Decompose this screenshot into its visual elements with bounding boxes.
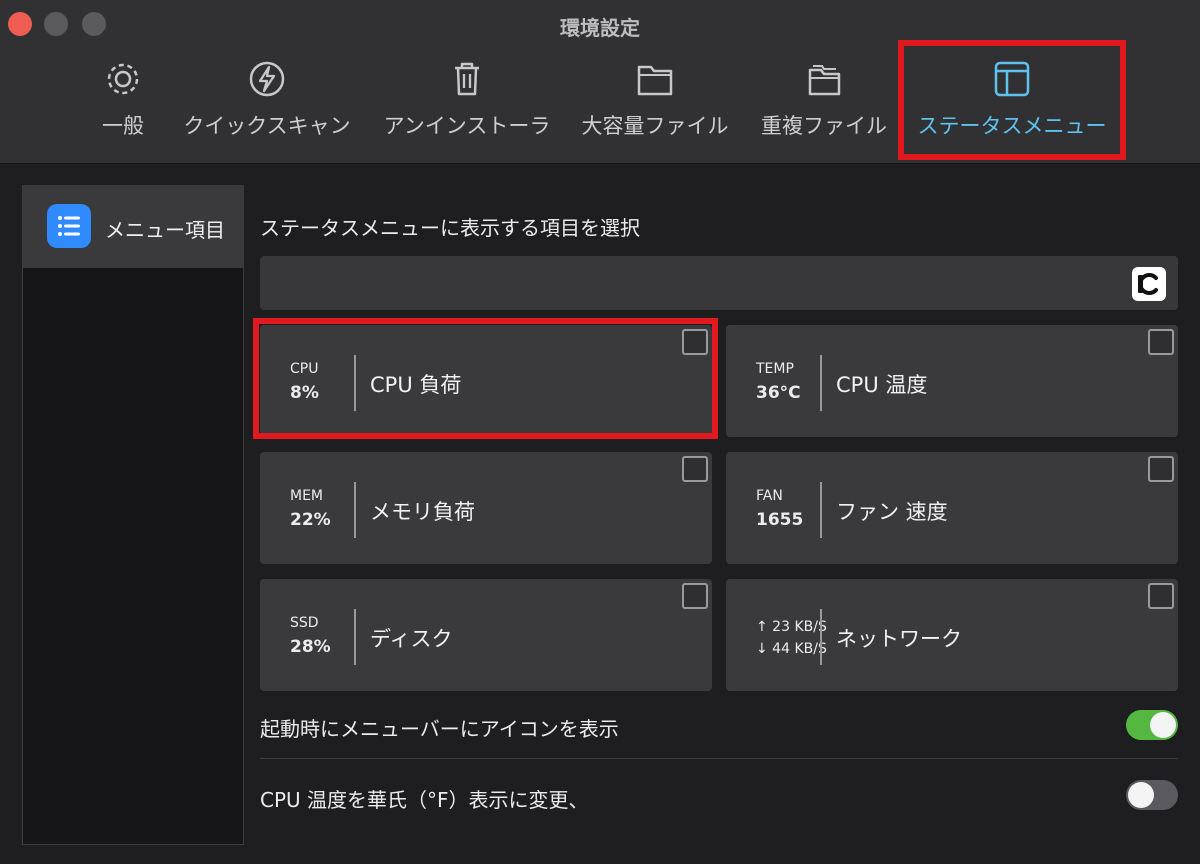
section-title: ステータスメニューに表示する項目を選択 <box>260 216 640 240</box>
gear-icon <box>107 63 139 95</box>
badge-name: MEM <box>290 488 324 504</box>
card-disk[interactable]: SSD 28% ディスク <box>260 579 712 691</box>
checkbox[interactable] <box>1148 583 1174 609</box>
badge-value: 28% <box>290 637 331 657</box>
tab-label: 重複ファイル <box>761 114 887 138</box>
badge-name: TEMP <box>756 361 794 377</box>
divider <box>820 482 822 538</box>
badge-name: FAN <box>756 488 783 504</box>
download-rate: ↓ 44 KB/S <box>756 641 827 657</box>
card-title: ディスク <box>370 627 453 651</box>
tab-duplicate-files[interactable]: 重複ファイル <box>760 58 888 148</box>
app-logo-icon[interactable] <box>1132 267 1166 301</box>
card-fan-speed[interactable]: FAN 1655 ファン 速度 <box>726 452 1178 564</box>
highlight-annotation-card <box>253 318 718 439</box>
checkbox[interactable] <box>1148 329 1174 355</box>
list-icon <box>47 204 91 248</box>
divider <box>354 609 356 665</box>
tab-label: アンインストーラ <box>383 114 551 138</box>
tab-general[interactable]: 一般 <box>98 58 148 148</box>
tab-large-files[interactable]: 大容量ファイル <box>580 58 730 148</box>
tab-label: 大容量ファイル <box>581 114 729 138</box>
preview-bar <box>260 256 1178 310</box>
option-label-launch-icon: 起動時にメニューバーにアイコンを表示 <box>260 717 619 741</box>
card-memory-load[interactable]: MEM 22% メモリ負荷 <box>260 452 712 564</box>
folder-icon <box>637 65 673 96</box>
lightning-icon <box>249 61 285 97</box>
highlight-annotation-tab <box>898 40 1126 160</box>
tab-quick-scan[interactable]: クイックスキャン <box>182 58 352 148</box>
sidebar-item-menu-items[interactable]: メニュー項目 <box>23 186 243 268</box>
card-title: ファン 速度 <box>836 500 948 524</box>
card-network[interactable]: ↑ 23 KB/S ↓ 44 KB/S ネットワーク <box>726 579 1178 691</box>
trash-icon <box>455 62 479 96</box>
sidebar: メニュー項目 <box>22 185 244 845</box>
divider <box>820 609 822 665</box>
tab-label: 一般 <box>102 114 144 138</box>
card-title: メモリ負荷 <box>370 500 475 524</box>
tab-uninstaller[interactable]: アンインストーラ <box>382 58 552 148</box>
upload-rate: ↑ 23 KB/S <box>756 619 827 635</box>
card-title: CPU 温度 <box>836 373 928 397</box>
badge-value: 1655 <box>756 510 804 530</box>
toggle-fahrenheit[interactable] <box>1126 780 1178 810</box>
badge-name: SSD <box>290 615 319 631</box>
options-divider <box>260 758 1178 759</box>
badge-value: 22% <box>290 510 331 530</box>
toggle-knob <box>1128 782 1154 808</box>
divider <box>354 482 356 538</box>
tab-label: クイックスキャン <box>183 114 351 138</box>
toggle-launch-icon[interactable] <box>1126 710 1178 740</box>
checkbox[interactable] <box>682 583 708 609</box>
badge-value: 36°C <box>756 383 801 403</box>
checkbox[interactable] <box>1148 456 1174 482</box>
card-cpu-temp[interactable]: TEMP 36°C CPU 温度 <box>726 325 1178 437</box>
card-title: ネットワーク <box>836 627 962 651</box>
window-title: 環境設定 <box>560 16 640 40</box>
option-label-fahrenheit: CPU 温度を華氏（°F）表示に変更、 <box>260 788 589 812</box>
checkbox[interactable] <box>682 456 708 482</box>
sidebar-item-label: メニュー項目 <box>105 218 225 242</box>
folders-icon <box>808 65 841 96</box>
toggle-knob <box>1150 712 1176 738</box>
divider <box>820 355 822 411</box>
